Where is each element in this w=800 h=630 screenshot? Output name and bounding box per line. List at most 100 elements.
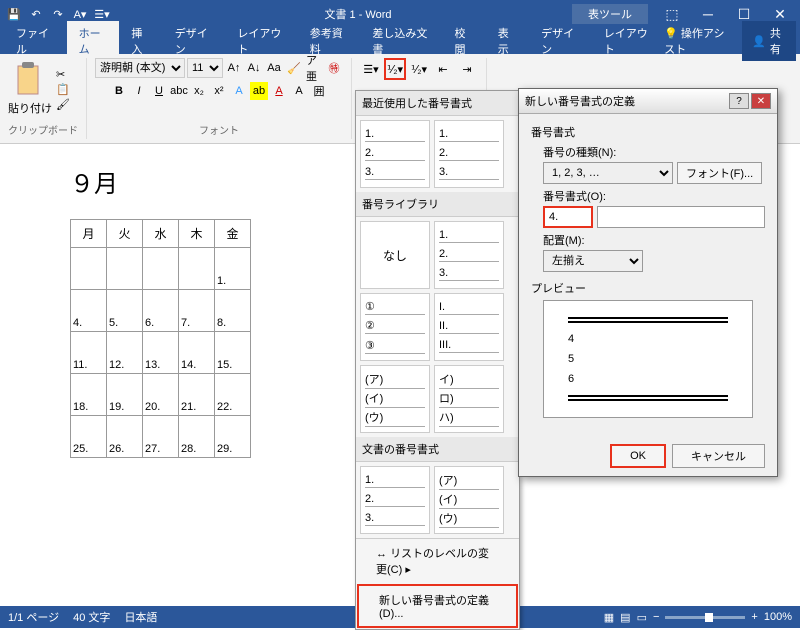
cal-cell[interactable]: 12. bbox=[107, 332, 143, 374]
change-case-icon[interactable]: Aa bbox=[265, 59, 283, 77]
tab-table-design[interactable]: デザイン bbox=[529, 21, 592, 61]
subscript-icon[interactable]: x₂ bbox=[190, 82, 208, 100]
tell-me[interactable]: 💡 操作アシスト bbox=[664, 25, 734, 57]
cal-cell[interactable]: 25. bbox=[71, 416, 107, 458]
cal-cell[interactable]: 28. bbox=[179, 416, 215, 458]
status-lang[interactable]: 日本語 bbox=[124, 609, 157, 625]
share-button[interactable]: 👤 共有 bbox=[742, 21, 796, 61]
cal-cell[interactable] bbox=[179, 248, 215, 290]
number-type-select[interactable]: 1, 2, 3, … bbox=[543, 162, 673, 184]
status-words[interactable]: 40 文字 bbox=[73, 609, 110, 625]
dd-lib-roman[interactable]: I.II.III. bbox=[434, 293, 504, 361]
decrease-indent-icon[interactable]: ⇤ bbox=[432, 58, 454, 80]
cal-cell[interactable]: 14. bbox=[179, 332, 215, 374]
dd-recent-2[interactable]: 1.2.3. bbox=[434, 120, 504, 188]
cal-cell[interactable]: 1. bbox=[215, 248, 251, 290]
strike-icon[interactable]: abc bbox=[170, 82, 188, 100]
cal-cell[interactable] bbox=[107, 248, 143, 290]
number-format-input[interactable] bbox=[543, 206, 593, 228]
cal-cell[interactable]: 20. bbox=[143, 374, 179, 416]
status-page[interactable]: 1/1 ページ bbox=[8, 609, 59, 625]
dd-lib-kata[interactable]: イ)ロ)ハ) bbox=[434, 365, 504, 433]
tab-layout[interactable]: レイアウト bbox=[225, 21, 297, 61]
cut-icon[interactable]: ✂ bbox=[56, 68, 70, 81]
tab-review[interactable]: 校閲 bbox=[442, 21, 485, 61]
cal-cell[interactable]: 15. bbox=[215, 332, 251, 374]
dd-change-level[interactable]: ↔ リストのレベルの変更(C) ▸ bbox=[356, 539, 519, 583]
alignment-select[interactable]: 左揃え bbox=[543, 250, 643, 272]
cal-cell[interactable]: 11. bbox=[71, 332, 107, 374]
zoom-slider[interactable] bbox=[665, 616, 745, 619]
dd-recent-1[interactable]: 1.2.3. bbox=[360, 120, 430, 188]
grow-font-icon[interactable]: A↑ bbox=[225, 59, 243, 77]
shrink-font-icon[interactable]: A↓ bbox=[245, 59, 263, 77]
cal-cell[interactable]: 4. bbox=[71, 290, 107, 332]
dd-doc-2[interactable]: (ア)(イ)(ウ) bbox=[434, 466, 504, 534]
dialog-close-icon[interactable]: ✕ bbox=[751, 93, 771, 109]
tab-mailings[interactable]: 差し込み文書 bbox=[360, 21, 442, 61]
cal-cell[interactable]: 26. bbox=[107, 416, 143, 458]
clear-format-icon[interactable]: 🧹 bbox=[285, 59, 303, 77]
cal-cell[interactable]: 6. bbox=[143, 290, 179, 332]
cal-cell[interactable]: 29. bbox=[215, 416, 251, 458]
numbering-icon[interactable]: ⅟₂▾ bbox=[384, 58, 406, 80]
font-size-select[interactable]: 11 bbox=[187, 58, 223, 78]
section-format-label: 番号書式 bbox=[531, 124, 765, 140]
dd-none[interactable]: なし bbox=[360, 221, 430, 289]
bullets-icon[interactable]: ☰▾ bbox=[360, 58, 382, 80]
number-format-label: 番号書式(O): bbox=[543, 188, 765, 204]
cal-cell[interactable]: 18. bbox=[71, 374, 107, 416]
view-read-icon[interactable]: ▤ bbox=[620, 611, 630, 624]
dialog-help-icon[interactable]: ? bbox=[729, 93, 749, 109]
cal-cell[interactable]: 13. bbox=[143, 332, 179, 374]
bold-icon[interactable]: B bbox=[110, 82, 128, 100]
calendar-table[interactable]: 月火水木金 1.4.5.6.7.8.11.12.13.14.15.18.19.2… bbox=[70, 219, 251, 458]
tab-view[interactable]: 表示 bbox=[486, 21, 529, 61]
phonetic-icon[interactable]: ア亜 bbox=[305, 59, 323, 77]
increase-indent-icon[interactable]: ⇥ bbox=[456, 58, 478, 80]
view-print-icon[interactable]: ▦ bbox=[604, 611, 614, 624]
enclose-icon[interactable]: ㊕ bbox=[325, 59, 343, 77]
font-color-icon[interactable]: A bbox=[270, 82, 288, 100]
highlight-icon[interactable]: ab bbox=[250, 82, 268, 100]
superscript-icon[interactable]: x² bbox=[210, 82, 228, 100]
cal-cell[interactable] bbox=[71, 248, 107, 290]
tab-table-layout[interactable]: レイアウト bbox=[592, 21, 664, 61]
format-painter-icon[interactable]: 🖌 bbox=[56, 98, 70, 111]
cal-day-header: 月 bbox=[71, 220, 107, 248]
tab-design[interactable]: デザイン bbox=[163, 21, 226, 61]
dd-doc-1[interactable]: 1.2.3. bbox=[360, 466, 430, 534]
cal-cell[interactable] bbox=[143, 248, 179, 290]
char-border-icon[interactable]: 囲 bbox=[310, 82, 328, 100]
dd-lib-circled[interactable]: ①②③ bbox=[360, 293, 430, 361]
multilevel-icon[interactable]: ⅟₂▾ bbox=[408, 58, 430, 80]
zoom-in-icon[interactable]: + bbox=[751, 611, 757, 623]
dd-lib-kata-paren[interactable]: (ア)(イ)(ウ) bbox=[360, 365, 430, 433]
paste-button[interactable]: 貼り付け bbox=[8, 62, 52, 116]
zoom-level[interactable]: 100% bbox=[764, 611, 792, 623]
cal-cell[interactable]: 27. bbox=[143, 416, 179, 458]
cal-cell[interactable]: 5. bbox=[107, 290, 143, 332]
copy-icon[interactable]: 📋 bbox=[56, 83, 70, 96]
cal-cell[interactable]: 8. bbox=[215, 290, 251, 332]
tab-home[interactable]: ホーム bbox=[67, 21, 120, 61]
cal-cell[interactable]: 21. bbox=[179, 374, 215, 416]
cancel-button[interactable]: キャンセル bbox=[672, 444, 765, 468]
cal-cell[interactable]: 7. bbox=[179, 290, 215, 332]
cal-cell[interactable]: 19. bbox=[107, 374, 143, 416]
tab-insert[interactable]: 挿入 bbox=[119, 21, 162, 61]
cal-cell[interactable]: 22. bbox=[215, 374, 251, 416]
view-web-icon[interactable]: ▭ bbox=[637, 611, 647, 624]
italic-icon[interactable]: I bbox=[130, 82, 148, 100]
text-effects-icon[interactable]: A bbox=[230, 82, 248, 100]
zoom-out-icon[interactable]: − bbox=[653, 611, 659, 623]
font-name-select[interactable]: 游明朝 (本文) bbox=[95, 58, 185, 78]
ok-button[interactable]: OK bbox=[610, 444, 666, 468]
underline-icon[interactable]: U bbox=[150, 82, 168, 100]
dd-lib-arabic[interactable]: 1.2.3. bbox=[434, 221, 504, 289]
tab-file[interactable]: ファイル bbox=[4, 21, 67, 61]
char-shading-icon[interactable]: A bbox=[290, 82, 308, 100]
dd-define-new[interactable]: 新しい番号書式の定義(D)... bbox=[357, 584, 518, 628]
number-format-display[interactable] bbox=[597, 206, 765, 228]
font-button[interactable]: フォント(F)... bbox=[677, 162, 762, 184]
